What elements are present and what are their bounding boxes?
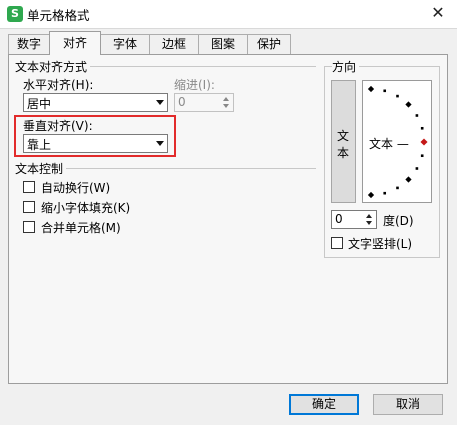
vertical-text-char: 文 [337, 129, 350, 143]
horizontal-align-select[interactable]: 居中 [23, 93, 168, 112]
shrink-to-fit-label: 缩小字体填充(K) [41, 201, 131, 215]
close-icon: ✕ [431, 3, 445, 22]
orientation-major-dot [367, 85, 375, 93]
cancel-button[interactable]: 取消 [373, 394, 443, 415]
horizontal-align-label: 水平对齐(H): [23, 78, 94, 92]
orientation-indicator-icon [420, 138, 428, 146]
orientation-major-dot [367, 191, 375, 199]
wrap-text-label: 自动换行(W) [41, 181, 111, 195]
tab-pattern[interactable]: 图案 [198, 34, 248, 54]
orientation-preview-text: 文本 — [369, 137, 409, 151]
vertical-text-button[interactable]: 文 本 [331, 80, 356, 203]
orientation-major-dot [405, 176, 412, 183]
horizontal-align-value: 居中 [27, 97, 52, 111]
orientation-minor-dot [383, 89, 387, 93]
indent-stepper[interactable]: 0 [174, 93, 234, 112]
tab-alignment[interactable]: 对齐 [49, 31, 101, 55]
text-control-group-title: 文本控制 [15, 160, 67, 177]
orientation-dial[interactable]: 文本 — [362, 80, 432, 203]
text-alignment-group-title: 文本对齐方式 [15, 58, 91, 75]
ok-button[interactable]: 确定 [289, 394, 359, 415]
degrees-value: 0 [335, 212, 343, 226]
stacked-text-checkbox[interactable] [331, 237, 343, 249]
annotation-highlight-box [14, 115, 176, 157]
merge-cells-checkbox[interactable] [23, 221, 35, 233]
orientation-minor-dot [415, 167, 419, 170]
stacked-text-label: 文字竖排(L) [348, 237, 413, 251]
spin-up-icon[interactable] [364, 212, 375, 220]
close-button[interactable]: ✕ [425, 2, 451, 24]
window-title: 单元格格式 [27, 8, 90, 23]
orientation-major-dot [405, 101, 412, 108]
tab-border[interactable]: 边框 [149, 34, 199, 54]
orientation-minor-dot [396, 186, 399, 190]
app-logo-icon: S [7, 6, 23, 22]
tab-font[interactable]: 字体 [100, 34, 150, 54]
orientation-minor-dot [383, 191, 387, 195]
vertical-text-char: 本 [337, 146, 350, 160]
orientation-minor-dot [420, 154, 424, 158]
degrees-stepper[interactable]: 0 [331, 210, 377, 229]
orientation-minor-dot [420, 126, 424, 130]
indent-label: 缩进(I): [174, 78, 215, 92]
shrink-to-fit-checkbox[interactable] [23, 201, 35, 213]
wrap-text-checkbox[interactable] [23, 181, 35, 193]
orientation-minor-dot [396, 94, 399, 98]
chevron-down-icon [156, 100, 164, 105]
degrees-label: 度(D) [383, 214, 414, 228]
orientation-group-title: 方向 [332, 58, 360, 75]
spin-up-icon[interactable] [221, 95, 232, 103]
orientation-minor-dot [415, 114, 419, 117]
spin-down-icon[interactable] [221, 103, 232, 111]
tab-number[interactable]: 数字 [8, 34, 50, 54]
spin-down-icon[interactable] [364, 220, 375, 228]
merge-cells-label: 合并单元格(M) [41, 221, 121, 235]
tab-protection[interactable]: 保护 [247, 34, 291, 54]
indent-value: 0 [178, 95, 186, 109]
